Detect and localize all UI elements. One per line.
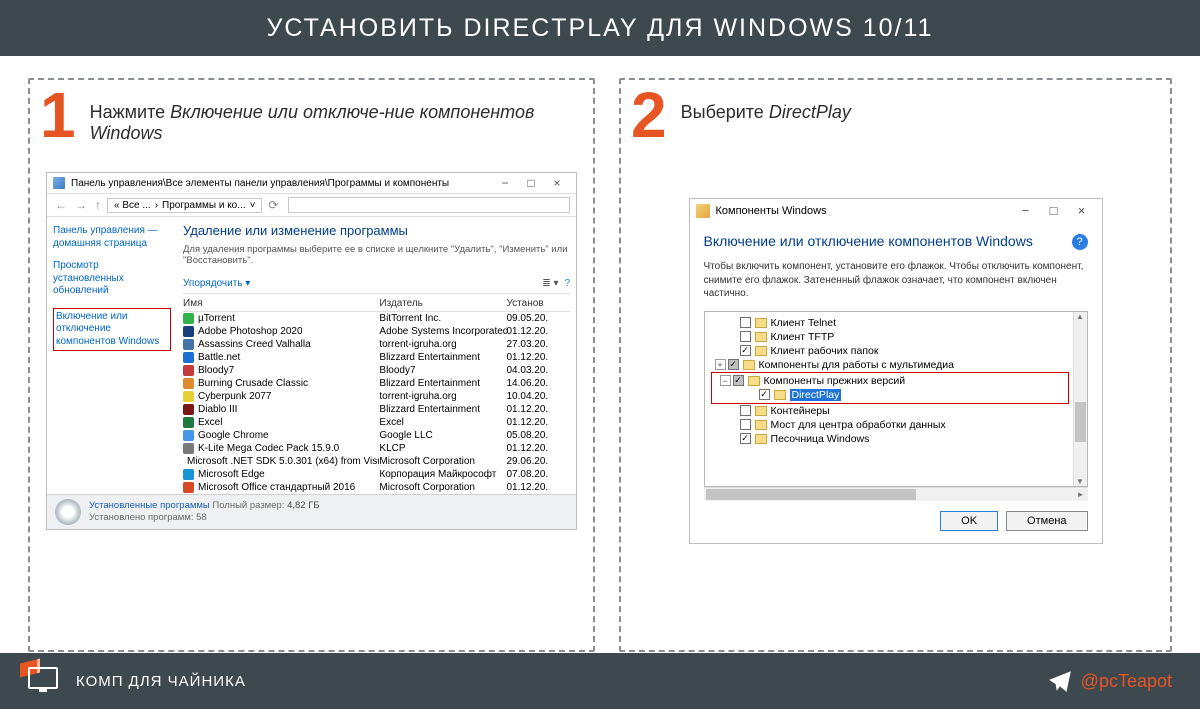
step-2-em: DirectPlay [769, 102, 851, 122]
table-row[interactable]: Google ChromeGoogle LLC05.08.20. [183, 429, 570, 442]
step-1-number: 1 [40, 88, 76, 142]
step-2: 2 Выберите DirectPlay Компоненты Windows… [619, 78, 1172, 652]
crumb-2: Программы и ко... [162, 200, 246, 211]
cancel-button[interactable]: Отмена [1006, 511, 1087, 531]
table-row[interactable]: Diablo IIIBlizzard Entertainment01.12.20… [183, 403, 570, 416]
features-titlebar: Компоненты Windows − □ × [690, 199, 1102, 222]
col-publisher[interactable]: Издатель [379, 298, 506, 309]
page-header: УСТАНОВИТЬ DIRECTPLAY ДЛЯ WINDOWS 10/11 [0, 0, 1200, 56]
status-bar: Установленные программы Полный размер: 4… [47, 494, 576, 529]
window-icon [53, 177, 65, 189]
tree-item[interactable]: Мост для центра обработки данных [707, 418, 1085, 432]
features-tree: Клиент TelnetКлиент TFTPКлиент рабочих п… [704, 311, 1088, 487]
table-row[interactable]: Battle.netBlizzard Entertainment01.12.20… [183, 351, 570, 364]
table-row[interactable]: Bloody7Bloody704.03.20. [183, 364, 570, 377]
status-label-size: Полный размер: [212, 500, 284, 511]
crumb-chevron-icon: ˅ [250, 200, 256, 211]
telegram-icon [1047, 668, 1073, 694]
step-2-instruction: Выберите DirectPlay [681, 102, 851, 123]
window-title: Панель управления\Все элементы панели уп… [71, 178, 492, 189]
search-input[interactable] [288, 197, 570, 213]
sidebar-link-features[interactable]: Включение или отключение компонентов Win… [53, 308, 171, 352]
disc-icon [55, 499, 81, 525]
sidebar: Панель управления — домашняя страница Пр… [47, 217, 177, 494]
table-row[interactable]: Microsoft Office стандартный 2016Microso… [183, 481, 570, 494]
step-1-prefix: Нажмите [90, 102, 171, 122]
page-footer: КОМП ДЛЯ ЧАЙНИКА @pcTeapot [0, 653, 1200, 709]
status-label-1: Установленные программы [89, 500, 210, 511]
crumb-1: « Все ... [114, 200, 151, 211]
tree-item[interactable]: Песочница Windows [707, 432, 1085, 446]
sort-dropdown[interactable]: Упорядочить ▾ [183, 278, 250, 289]
tree-item[interactable]: Клиент TFTP [707, 330, 1085, 344]
screen-icon [28, 667, 58, 689]
tree-item[interactable]: Клиент рабочих папок [707, 344, 1085, 358]
forward-button[interactable]: → [73, 198, 89, 212]
ok-button[interactable]: OK [940, 511, 998, 531]
table-row[interactable]: Microsoft .NET SDK 5.0.301 (x64) from Vi… [183, 455, 570, 468]
tree-item[interactable]: Клиент Telnet [707, 316, 1085, 330]
nav-bar: ← → ↑ « Все ...› Программы и ко... ˅ ⟳ [47, 194, 576, 217]
col-name[interactable]: Имя [183, 298, 379, 309]
table-row[interactable]: K-Lite Mega Codec Pack 15.9.0KLCP01.12.2… [183, 442, 570, 455]
help-icon[interactable]: ? [1072, 234, 1088, 250]
features-window-icon [696, 204, 710, 218]
telegram-handle: @pcTeapot [1081, 671, 1172, 692]
table-row[interactable]: ExcelExcel01.12.20. [183, 416, 570, 429]
up-button[interactable]: ↑ [93, 198, 103, 212]
table-row[interactable]: µTorrentBitTorrent Inc.09.05.20. [183, 312, 570, 325]
tree-item[interactable]: +Компоненты для работы с мультимедиа [707, 358, 1085, 372]
breadcrumb[interactable]: « Все ...› Программы и ко... ˅ [107, 198, 262, 213]
vertical-scrollbar[interactable]: ▲▼ [1073, 312, 1087, 486]
brand-logo [28, 667, 62, 695]
step-2-prefix: Выберите [681, 102, 769, 122]
table-row[interactable]: Assassins Creed Valhallatorrent-igruha.o… [183, 338, 570, 351]
back-button[interactable]: ← [53, 198, 69, 212]
brand-name: КОМП ДЛЯ ЧАЙНИКА [76, 673, 246, 690]
status-size: 4,82 ГБ [287, 500, 320, 511]
content-pane: Удаление или изменение программы Для уда… [177, 217, 576, 494]
table-row[interactable]: Adobe Photoshop 2020Adobe Systems Incorp… [183, 325, 570, 338]
features-window-title: Компоненты Windows [716, 205, 1012, 217]
features-desc: Чтобы включить компонент, установите его… [704, 260, 1088, 301]
steps-container: 1 Нажмите Включение или отключе-ние комп… [0, 56, 1200, 652]
table-row[interactable]: Cyberpunk 2077torrent-igruha.org10.04.20… [183, 390, 570, 403]
sidebar-link-home[interactable]: Панель управления — домашняя страница [53, 225, 171, 250]
content-desc: Для удаления программы выберите ее в спи… [183, 244, 570, 266]
help-icon[interactable]: ? [564, 278, 570, 289]
refresh-button[interactable]: ⟳ [266, 198, 280, 212]
tree-item[interactable]: DirectPlay [712, 388, 1068, 402]
column-headers: Имя Издатель Установ [183, 296, 570, 312]
screenshot-windows-features: Компоненты Windows − □ × Включение или о… [689, 198, 1103, 544]
features-heading: Включение или отключение компонентов Win… [704, 232, 1062, 250]
table-row[interactable]: Burning Crusade ClassicBlizzard Entertai… [183, 377, 570, 390]
step-1: 1 Нажмите Включение или отключе-ние комп… [28, 78, 595, 652]
window-titlebar: Панель управления\Все элементы панели уп… [47, 173, 576, 194]
close-button[interactable]: × [544, 176, 570, 190]
table-row[interactable]: Microsoft EdgeКорпорация Майкрософт07.08… [183, 468, 570, 481]
sidebar-link-updates[interactable]: Просмотр установленных обновлений [53, 260, 171, 298]
page-title: УСТАНОВИТЬ DIRECTPLAY ДЛЯ WINDOWS 10/11 [267, 14, 934, 43]
horizontal-scrollbar[interactable]: ◄► [704, 487, 1088, 501]
minimize-button[interactable]: − [492, 176, 518, 190]
step-1-instruction: Нажмите Включение или отключе-ние компон… [90, 102, 577, 144]
minimize-button[interactable]: − [1012, 203, 1040, 218]
tree-item[interactable]: Контейнеры [707, 404, 1085, 418]
close-button[interactable]: × [1068, 203, 1096, 218]
status-count: Установлено программ: 58 [89, 512, 320, 524]
content-heading: Удаление или изменение программы [183, 223, 570, 238]
maximize-button[interactable]: □ [1040, 203, 1068, 218]
screenshot-programs-features: Панель управления\Все элементы панели уп… [46, 172, 577, 530]
step-2-number: 2 [631, 88, 667, 142]
program-list: µTorrentBitTorrent Inc.09.05.20.Adobe Ph… [183, 312, 570, 494]
tree-item[interactable]: −Компоненты прежних версий [712, 374, 1068, 388]
col-installed[interactable]: Установ [507, 298, 571, 309]
maximize-button[interactable]: □ [518, 176, 544, 190]
view-icon[interactable]: ≣ ▾ [542, 278, 558, 289]
telegram-link[interactable]: @pcTeapot [1047, 668, 1172, 694]
